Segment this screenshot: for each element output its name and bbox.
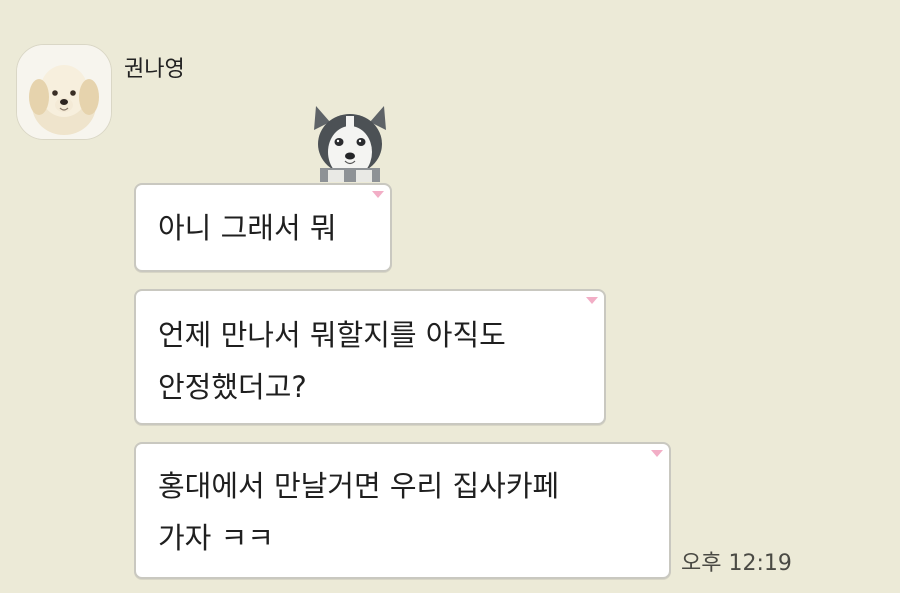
message-timestamp: 오후 12:19 <box>681 551 792 576</box>
message-bubble[interactable]: 언제 만나서 뭐할지를 아직도 안정했더고? <box>134 289 606 425</box>
profile-avatar[interactable] <box>16 44 112 140</box>
husky-sticker <box>306 98 394 186</box>
message-text: 아니 그래서 뭐 <box>158 202 337 254</box>
puppy-avatar-icon <box>17 45 111 139</box>
message-line: 홍대에서 만날거면 우리 집사카페 <box>158 469 560 503</box>
message-bubble[interactable]: 홍대에서 만날거면 우리 집사카페 가자 ㅋㅋ <box>134 442 671 579</box>
message-line: 언제 만나서 뭐할지를 아직도 <box>158 318 506 352</box>
message-line: 아니 그래서 뭐 <box>158 211 337 245</box>
sender-name: 권나영 <box>124 57 185 82</box>
message-text: 홍대에서 만날거면 우리 집사카페 가자 ㅋㅋ <box>158 460 559 564</box>
message-line: 가자 ㅋㅋ <box>158 521 274 555</box>
message-bubble[interactable]: 아니 그래서 뭐 <box>134 183 392 272</box>
message-text: 언제 만나서 뭐할지를 아직도 안정했더고? <box>158 309 506 413</box>
message-line: 안정했더고? <box>158 370 307 404</box>
husky-puppy-icon <box>314 106 386 182</box>
